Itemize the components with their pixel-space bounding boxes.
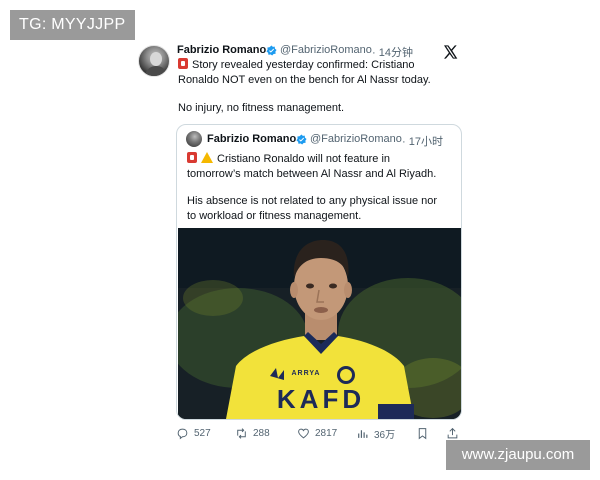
retweet-button[interactable]: 288 bbox=[235, 424, 270, 442]
author-name[interactable]: Fabrizio Romano bbox=[177, 44, 266, 56]
quoted-author-avatar bbox=[186, 131, 202, 147]
tweet-text-line-3: No injury, no fitness management. bbox=[178, 102, 345, 114]
quoted-tweet-time[interactable]: · 17小时 bbox=[402, 133, 443, 149]
jersey-brand-text: ARRYA bbox=[292, 370, 321, 377]
views-button[interactable]: 36万 bbox=[356, 424, 395, 442]
views-count: 36万 bbox=[374, 429, 396, 441]
verified-badge-icon bbox=[266, 45, 277, 56]
share-icon bbox=[447, 427, 458, 438]
player-photo[interactable]: KAFD ARRYA bbox=[178, 228, 461, 419]
tweet-actions-bar: 527 288 2817 36万 bbox=[176, 424, 466, 442]
red-card-emoji-icon bbox=[187, 152, 197, 163]
quoted-author-handle[interactable]: @FabrizioRomano bbox=[310, 133, 402, 145]
like-button[interactable]: 2817 bbox=[297, 424, 337, 442]
jersey-sponsor-text: KAFD bbox=[277, 384, 365, 414]
retweet-icon bbox=[237, 427, 246, 439]
quoted-author-name[interactable]: Fabrizio Romano bbox=[207, 133, 296, 145]
red-card-emoji-icon bbox=[178, 58, 188, 69]
like-count: 2817 bbox=[315, 427, 338, 439]
tweet-text-line-2: Ronaldo NOT even on the bench for Al Nas… bbox=[178, 74, 431, 86]
reply-icon bbox=[177, 428, 188, 439]
quoted-text-line-3: His absence is not related to any physic… bbox=[187, 195, 438, 207]
warning-emoji-icon bbox=[201, 152, 213, 163]
quoted-text-line-4: to workload or fitness management. bbox=[187, 210, 362, 222]
views-chart-icon bbox=[358, 429, 368, 438]
x-logo-icon[interactable] bbox=[442, 44, 458, 60]
quoted-tweet-card[interactable]: Fabrizio Romano @FabrizioRomano · 17小时 C… bbox=[176, 124, 462, 420]
watermark-bottom: www.zjaupu.com bbox=[446, 440, 590, 470]
author-avatar[interactable] bbox=[138, 45, 170, 77]
bookmark-button[interactable] bbox=[416, 424, 434, 442]
quoted-text-line-1: Cristiano Ronaldo will not feature in bbox=[187, 152, 390, 167]
reply-button[interactable]: 527 bbox=[176, 424, 211, 442]
author-handle[interactable]: @FabrizioRomano bbox=[280, 44, 372, 56]
bookmark-icon bbox=[418, 427, 427, 439]
tweet-text-line-1: Story revealed yesterday confirmed: Cris… bbox=[178, 58, 415, 73]
verified-badge-icon bbox=[296, 134, 307, 145]
quoted-text-line-2: tomorrow’s match between Al Nassr and Al… bbox=[187, 168, 437, 180]
retweet-count: 288 bbox=[253, 427, 270, 439]
heart-icon bbox=[298, 428, 309, 438]
watermark-top: TG: MYYJJPP bbox=[10, 10, 135, 40]
reply-count: 527 bbox=[194, 427, 211, 439]
